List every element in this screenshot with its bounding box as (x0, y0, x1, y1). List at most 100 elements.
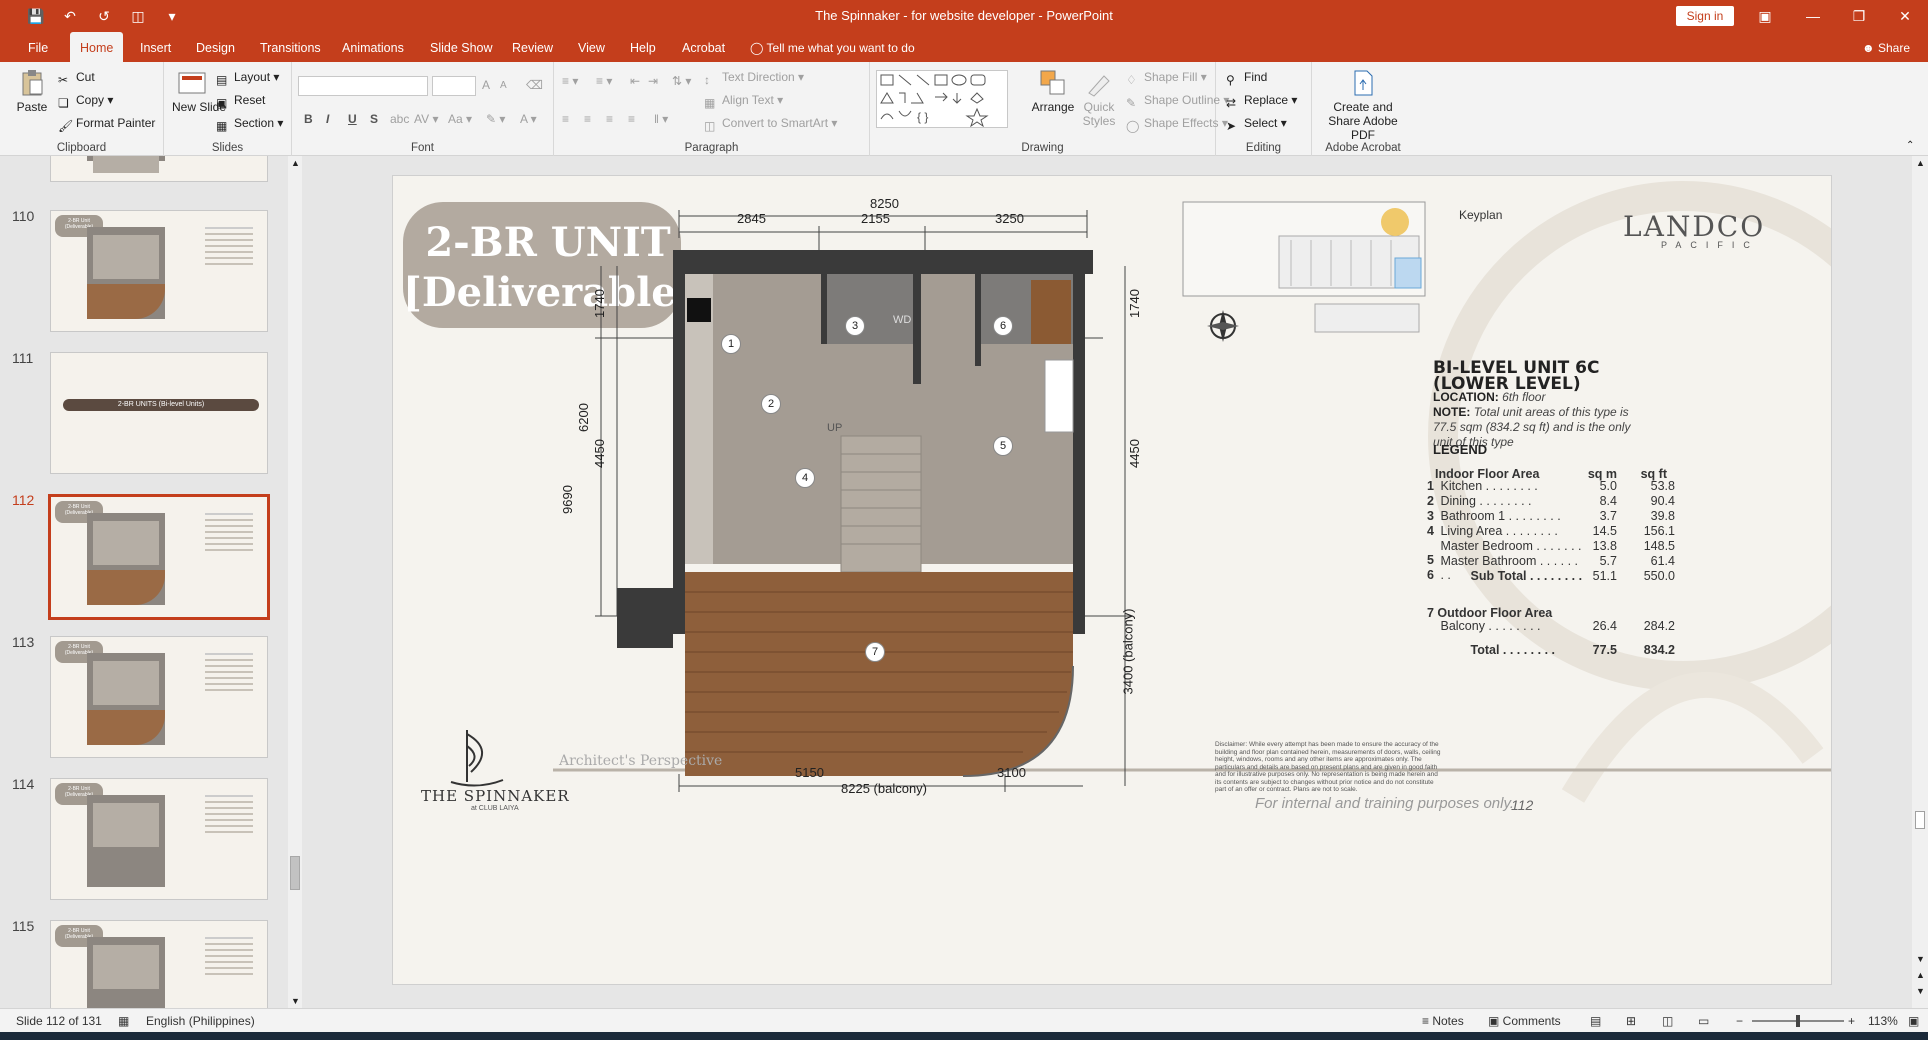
highlight-icon[interactable]: ✎ ▾ (486, 112, 505, 126)
underline-button[interactable]: U (348, 112, 357, 126)
slide-canvas[interactable]: 2-BR UNIT [Deliverable] 8250 2845 2155 3… (392, 175, 1832, 985)
slide-thumbnail[interactable]: 2-BR Unit (Deliverable) (50, 778, 268, 900)
reading-view-icon[interactable]: ◫ (1662, 1014, 1673, 1028)
scrollbar-thumb[interactable] (290, 856, 300, 890)
slide-thumbnail[interactable]: 2-BR Unit (Deliverable) (50, 636, 268, 758)
align-right-icon[interactable]: ≡ (606, 112, 613, 126)
columns-icon[interactable]: ‖ ▾ (654, 112, 668, 126)
slide-thumbnail[interactable] (50, 156, 268, 182)
comments-button[interactable]: ▣ Comments (1488, 1014, 1561, 1028)
font-name-input[interactable] (298, 76, 428, 96)
collapse-ribbon-icon[interactable]: ⌃ (1906, 140, 1914, 151)
fit-to-window-icon[interactable]: ▣ (1908, 1014, 1919, 1028)
format-painter-button[interactable]: 🖌 Format Painter (58, 116, 155, 133)
decrease-indent-icon[interactable]: ⇤ (630, 74, 640, 88)
align-center-icon[interactable]: ≡ (584, 112, 591, 126)
lightbulb-icon: ◯ (750, 41, 767, 55)
tab-view[interactable]: View (568, 32, 615, 62)
layout-button[interactable]: ▤ Layout ▾ (216, 70, 279, 87)
notes-button[interactable]: ≡ Notes (1422, 1014, 1464, 1028)
replace-button[interactable]: ⇄ Replace ▾ (1226, 93, 1297, 110)
slide-sorter-icon[interactable]: ⊞ (1626, 1014, 1636, 1028)
ribbon-display-options-icon[interactable]: ▣ (1742, 0, 1788, 32)
slide-count: Slide 112 of 131 (16, 1014, 102, 1028)
tab-home[interactable]: Home (70, 32, 124, 62)
share-button[interactable]: ☻ Share (1862, 32, 1910, 64)
tab-slide-show[interactable]: Slide Show (420, 32, 503, 62)
justify-icon[interactable]: ≡ (628, 112, 635, 126)
shape-fill-button[interactable]: ♢ Shape Fill ▾ (1126, 70, 1207, 87)
quick-styles-button[interactable]: Quick Styles (1078, 68, 1120, 128)
tab-animations[interactable]: Animations (332, 32, 414, 62)
sign-in-button[interactable]: Sign in (1676, 6, 1734, 26)
zoom-slider-thumb[interactable] (1796, 1015, 1800, 1027)
increase-indent-icon[interactable]: ⇥ (648, 74, 658, 88)
scrollbar-thumb[interactable] (1915, 811, 1925, 829)
scroll-up-icon[interactable]: ▲ (1916, 158, 1925, 168)
slide-vertical-scrollbar[interactable]: ▲ ▼ ▲ ▼ (1912, 156, 1928, 1008)
new-slide-button[interactable]: New Slide (172, 68, 226, 114)
create-share-pdf-button[interactable]: Create and Share Adobe PDF (1316, 68, 1410, 142)
slide-thumbnail-selected[interactable]: 2-BR Unit (Deliverable) (48, 494, 270, 620)
tab-review[interactable]: Review (502, 32, 563, 62)
find-button[interactable]: ⚲ Find (1226, 70, 1267, 87)
close-icon[interactable]: ✕ (1882, 0, 1928, 32)
align-text-button[interactable]: ▦ Align Text ▾ (704, 93, 783, 110)
copy-button[interactable]: ❏ Copy ▾ (58, 93, 113, 110)
language-indicator[interactable]: English (Philippines) (146, 1014, 255, 1028)
line-spacing-icon[interactable]: ⇅ ▾ (672, 74, 691, 88)
legend-row: 1 Kitchen . . . . . . . . 5.0 53.8 (1427, 479, 1675, 494)
decrease-font-size-button[interactable]: A (500, 80, 507, 91)
legend-row: 3 Bathroom 1 . . . . . . . . 3.7 39.8 (1427, 509, 1675, 524)
tab-acrobat[interactable]: Acrobat (672, 32, 735, 62)
slide-thumbnail[interactable]: 2-BR Unit (Deliverable) (50, 210, 268, 332)
thumbnail-scrollbar[interactable]: ▲ ▼ (288, 156, 302, 1008)
italic-button[interactable]: I (326, 112, 329, 126)
strikethrough-icon[interactable]: abc (390, 112, 409, 126)
bold-button[interactable]: B (304, 112, 313, 126)
convert-smartart-button[interactable]: ◫ Convert to SmartArt ▾ (704, 116, 837, 133)
minimize-icon[interactable]: — (1790, 0, 1836, 32)
bullets-icon[interactable]: ≡ ▾ (562, 74, 578, 88)
drawing-group: { } Arrange Quick Styles ♢ Shape Fill ▾ ✎… (870, 62, 1229, 156)
tab-file[interactable]: File (18, 32, 58, 62)
text-direction-button[interactable]: ↕ Text Direction ▾ (704, 70, 804, 87)
shape-outline-button[interactable]: ✎ Shape Outline ▾ (1126, 93, 1229, 110)
align-left-icon[interactable]: ≡ (562, 112, 569, 126)
clear-formatting-icon[interactable]: ⌫ (526, 78, 543, 92)
scroll-up-icon[interactable]: ▲ (291, 158, 300, 168)
slide-thumbnail[interactable]: 2-BR UNITS (Bi-level Units) (50, 352, 268, 474)
arrange-button[interactable]: Arrange (1030, 68, 1076, 114)
paste-button[interactable]: Paste (14, 68, 50, 114)
cut-button[interactable]: ✂ Cut (58, 70, 95, 87)
tab-design[interactable]: Design (186, 32, 245, 62)
reset-button[interactable]: ▣ Reset (216, 93, 265, 110)
slide-thumbnail[interactable]: 2-BR Unit (Deliverable) (50, 920, 268, 1008)
previous-slide-icon[interactable]: ▲ (1916, 970, 1925, 980)
shape-effects-button[interactable]: ◯ Shape Effects ▾ (1126, 116, 1228, 133)
restore-icon[interactable]: ❐ (1836, 0, 1882, 32)
increase-font-size-button[interactable]: A (482, 78, 490, 92)
zoom-out-icon[interactable]: − (1736, 1014, 1743, 1028)
next-slide-icon[interactable]: ▼ (1916, 986, 1925, 996)
tell-me-search[interactable]: ◯ Tell me what you want to do (750, 32, 915, 64)
shadow-button[interactable]: S (370, 112, 378, 126)
char-spacing-icon[interactable]: AV ▾ (414, 112, 438, 126)
spell-check-icon[interactable]: ▦ (118, 1014, 129, 1028)
zoom-level[interactable]: 113% (1868, 1014, 1898, 1028)
numbering-icon[interactable]: ≡ ▾ (596, 74, 612, 88)
tab-insert[interactable]: Insert (130, 32, 181, 62)
zoom-in-icon[interactable]: + (1848, 1014, 1855, 1028)
slideshow-view-icon[interactable]: ▭ (1698, 1014, 1709, 1028)
section-button[interactable]: ▦ Section ▾ (216, 116, 283, 133)
scroll-down-icon[interactable]: ▼ (291, 996, 300, 1006)
scroll-down-icon[interactable]: ▼ (1916, 954, 1925, 964)
font-size-input[interactable] (432, 76, 476, 96)
select-button[interactable]: ➤ Select ▾ (1226, 116, 1287, 133)
shapes-gallery[interactable]: { } (876, 70, 1008, 128)
font-color-icon[interactable]: A ▾ (520, 112, 537, 126)
normal-view-icon[interactable]: ▤ (1590, 1014, 1601, 1028)
tab-help[interactable]: Help (620, 32, 666, 62)
change-case-icon[interactable]: Aa ▾ (448, 112, 472, 126)
tab-transitions[interactable]: Transitions (250, 32, 331, 62)
